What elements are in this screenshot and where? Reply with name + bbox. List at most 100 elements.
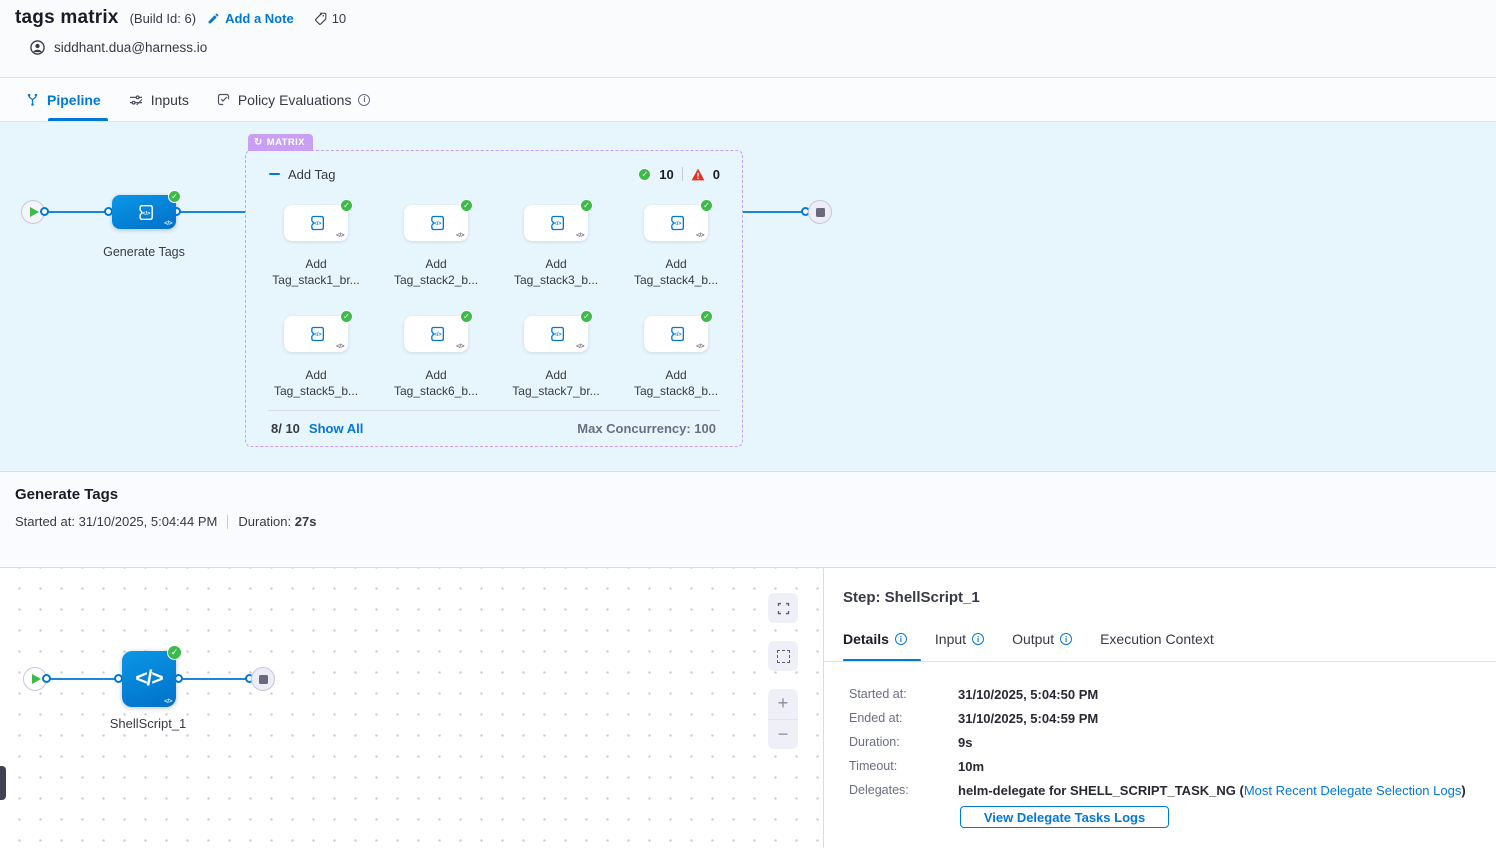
- info-icon[interactable]: [972, 633, 984, 645]
- play-icon: [30, 207, 39, 217]
- svg-text:</>: </>: [314, 332, 322, 338]
- active-tab-underline: [48, 118, 108, 121]
- code-icon: [696, 232, 704, 239]
- success-badge: [700, 199, 713, 212]
- matrix-counts: 10 0: [638, 167, 720, 182]
- build-id: (Build Id: 6): [130, 11, 196, 26]
- tab-pipeline[interactable]: Pipeline: [25, 92, 101, 108]
- marquee-select-button[interactable]: [768, 641, 798, 671]
- tab-output[interactable]: Output: [1012, 631, 1072, 647]
- info-icon[interactable]: [895, 633, 907, 645]
- matrix-step-node[interactable]: </>: [404, 316, 468, 352]
- shell-script-icon: </>: [134, 202, 155, 223]
- pipeline-graph: </> Generate Tags MATRIX Add Tag 10 0: [0, 122, 1496, 472]
- stop-icon: [816, 208, 825, 217]
- shell-script-icon: </>: [306, 213, 326, 233]
- matrix-step-node[interactable]: </>: [644, 205, 708, 241]
- tab-input[interactable]: Input: [935, 631, 984, 647]
- shown-count: 8/ 10: [271, 421, 300, 436]
- view-delegate-tasks-logs-button[interactable]: View Delegate Tasks Logs: [960, 806, 1169, 828]
- add-note-button[interactable]: Add a Note: [207, 11, 294, 26]
- tab-details[interactable]: Details: [843, 631, 907, 647]
- collapse-icon[interactable]: [268, 168, 280, 180]
- delegates-value: helm-delegate for SHELL_SCRIPT_TASK_NG (…: [958, 783, 1466, 798]
- started-at: Started at: 31/10/2025, 5:04:44 PM: [15, 514, 217, 529]
- divider: [227, 515, 228, 529]
- success-count-icon: [638, 168, 651, 181]
- delegate-selection-logs-link[interactable]: Most Recent Delegate Selection Logs: [1244, 783, 1462, 798]
- divider: [824, 661, 1496, 662]
- success-badge: [700, 310, 713, 323]
- matrix-step-label[interactable]: AddTag_stack2_b...: [376, 256, 496, 288]
- shell-script-icon: </>: [426, 324, 446, 344]
- matrix-step-label[interactable]: AddTag_stack7_br...: [496, 367, 616, 399]
- edge-line: [177, 678, 251, 680]
- code-icon: [135, 667, 162, 691]
- matrix-badge: MATRIX: [248, 134, 313, 151]
- matrix-header: Add Tag 10 0: [268, 164, 720, 184]
- pipeline-icon: [25, 92, 40, 107]
- inputs-icon: [128, 92, 144, 108]
- code-icon: [336, 343, 344, 350]
- tab-bar: Pipeline Inputs Policy Evaluations: [0, 78, 1496, 122]
- matrix-step-label[interactable]: AddTag_stack8_b...: [616, 367, 736, 399]
- step-summary: Generate Tags Started at: 31/10/2025, 5:…: [0, 472, 1496, 568]
- max-concurrency: Max Concurrency: 100: [577, 421, 716, 436]
- generate-tags-label[interactable]: Generate Tags: [79, 245, 209, 259]
- zoom-in-button[interactable]: +: [768, 689, 798, 719]
- info-icon[interactable]: [1060, 633, 1072, 645]
- matrix-group-title[interactable]: Add Tag: [288, 167, 335, 182]
- duration: Duration: 27s: [238, 514, 316, 529]
- generate-tags-node[interactable]: </>: [112, 195, 176, 229]
- svg-text:</>: </>: [142, 210, 151, 216]
- tab-policy-evaluations[interactable]: Policy Evaluations: [216, 92, 371, 108]
- shellscript-label[interactable]: ShellScript_1: [78, 716, 218, 731]
- matrix-step-node[interactable]: </>: [524, 316, 588, 352]
- tag-icon: [313, 11, 328, 26]
- shellscript-node[interactable]: [122, 651, 176, 707]
- code-icon: [696, 343, 704, 350]
- drawer-handle[interactable]: [0, 766, 6, 800]
- panel-title: Step: ShellScript_1: [843, 589, 980, 606]
- field-duration: Duration: 9s: [849, 735, 972, 750]
- matrix-step-label[interactable]: AddTag_stack6_b...: [376, 367, 496, 399]
- matrix-step-node[interactable]: </>: [284, 316, 348, 352]
- tab-execution-context[interactable]: Execution Context: [1100, 631, 1214, 647]
- pipeline-end-node[interactable]: [808, 200, 832, 224]
- step-details-panel: Step: ShellScript_1 Details Input Output…: [824, 568, 1496, 848]
- connector-dot: [42, 674, 51, 683]
- connector-dot: [40, 207, 49, 216]
- canvas-end-node[interactable]: [251, 667, 275, 691]
- success-badge: [580, 199, 593, 212]
- info-icon[interactable]: [358, 94, 370, 106]
- svg-text:</>: </>: [434, 332, 442, 338]
- svg-text:</>: </>: [674, 221, 682, 227]
- summary-title: Generate Tags: [15, 486, 118, 503]
- app: tags matrix (Build Id: 6) Add a Note 10 …: [0, 0, 1496, 848]
- failed-count-icon: [691, 168, 705, 181]
- show-all-link[interactable]: Show All: [309, 421, 363, 436]
- tag-count: 10: [313, 11, 346, 26]
- svg-text:</>: </>: [554, 221, 562, 227]
- shell-script-icon: </>: [666, 213, 686, 233]
- matrix-step-node[interactable]: </>: [404, 205, 468, 241]
- edge-line: [47, 678, 122, 680]
- matrix-step-label[interactable]: AddTag_stack5_b...: [256, 367, 376, 399]
- shell-script-icon: </>: [546, 324, 566, 344]
- matrix-step-node[interactable]: </>: [284, 205, 348, 241]
- matrix-step-node[interactable]: </>: [524, 205, 588, 241]
- matrix-step-node[interactable]: </>: [644, 316, 708, 352]
- tab-inputs[interactable]: Inputs: [128, 92, 189, 108]
- zoom-control: + −: [768, 689, 798, 749]
- step-canvas[interactable]: ShellScript_1 + −: [0, 568, 824, 848]
- matrix-step-label[interactable]: AddTag_stack4_b...: [616, 256, 736, 288]
- success-badge: [460, 199, 473, 212]
- fit-to-screen-button[interactable]: [768, 593, 798, 623]
- zoom-out-button[interactable]: −: [768, 719, 798, 750]
- matrix-step-label[interactable]: AddTag_stack1_br...: [256, 256, 376, 288]
- matrix-step-label[interactable]: AddTag_stack3_b...: [496, 256, 616, 288]
- shell-script-icon: </>: [546, 213, 566, 233]
- success-badge: [340, 310, 353, 323]
- code-icon: [456, 232, 464, 239]
- field-ended-at: Ended at: 31/10/2025, 5:04:59 PM: [849, 711, 1098, 726]
